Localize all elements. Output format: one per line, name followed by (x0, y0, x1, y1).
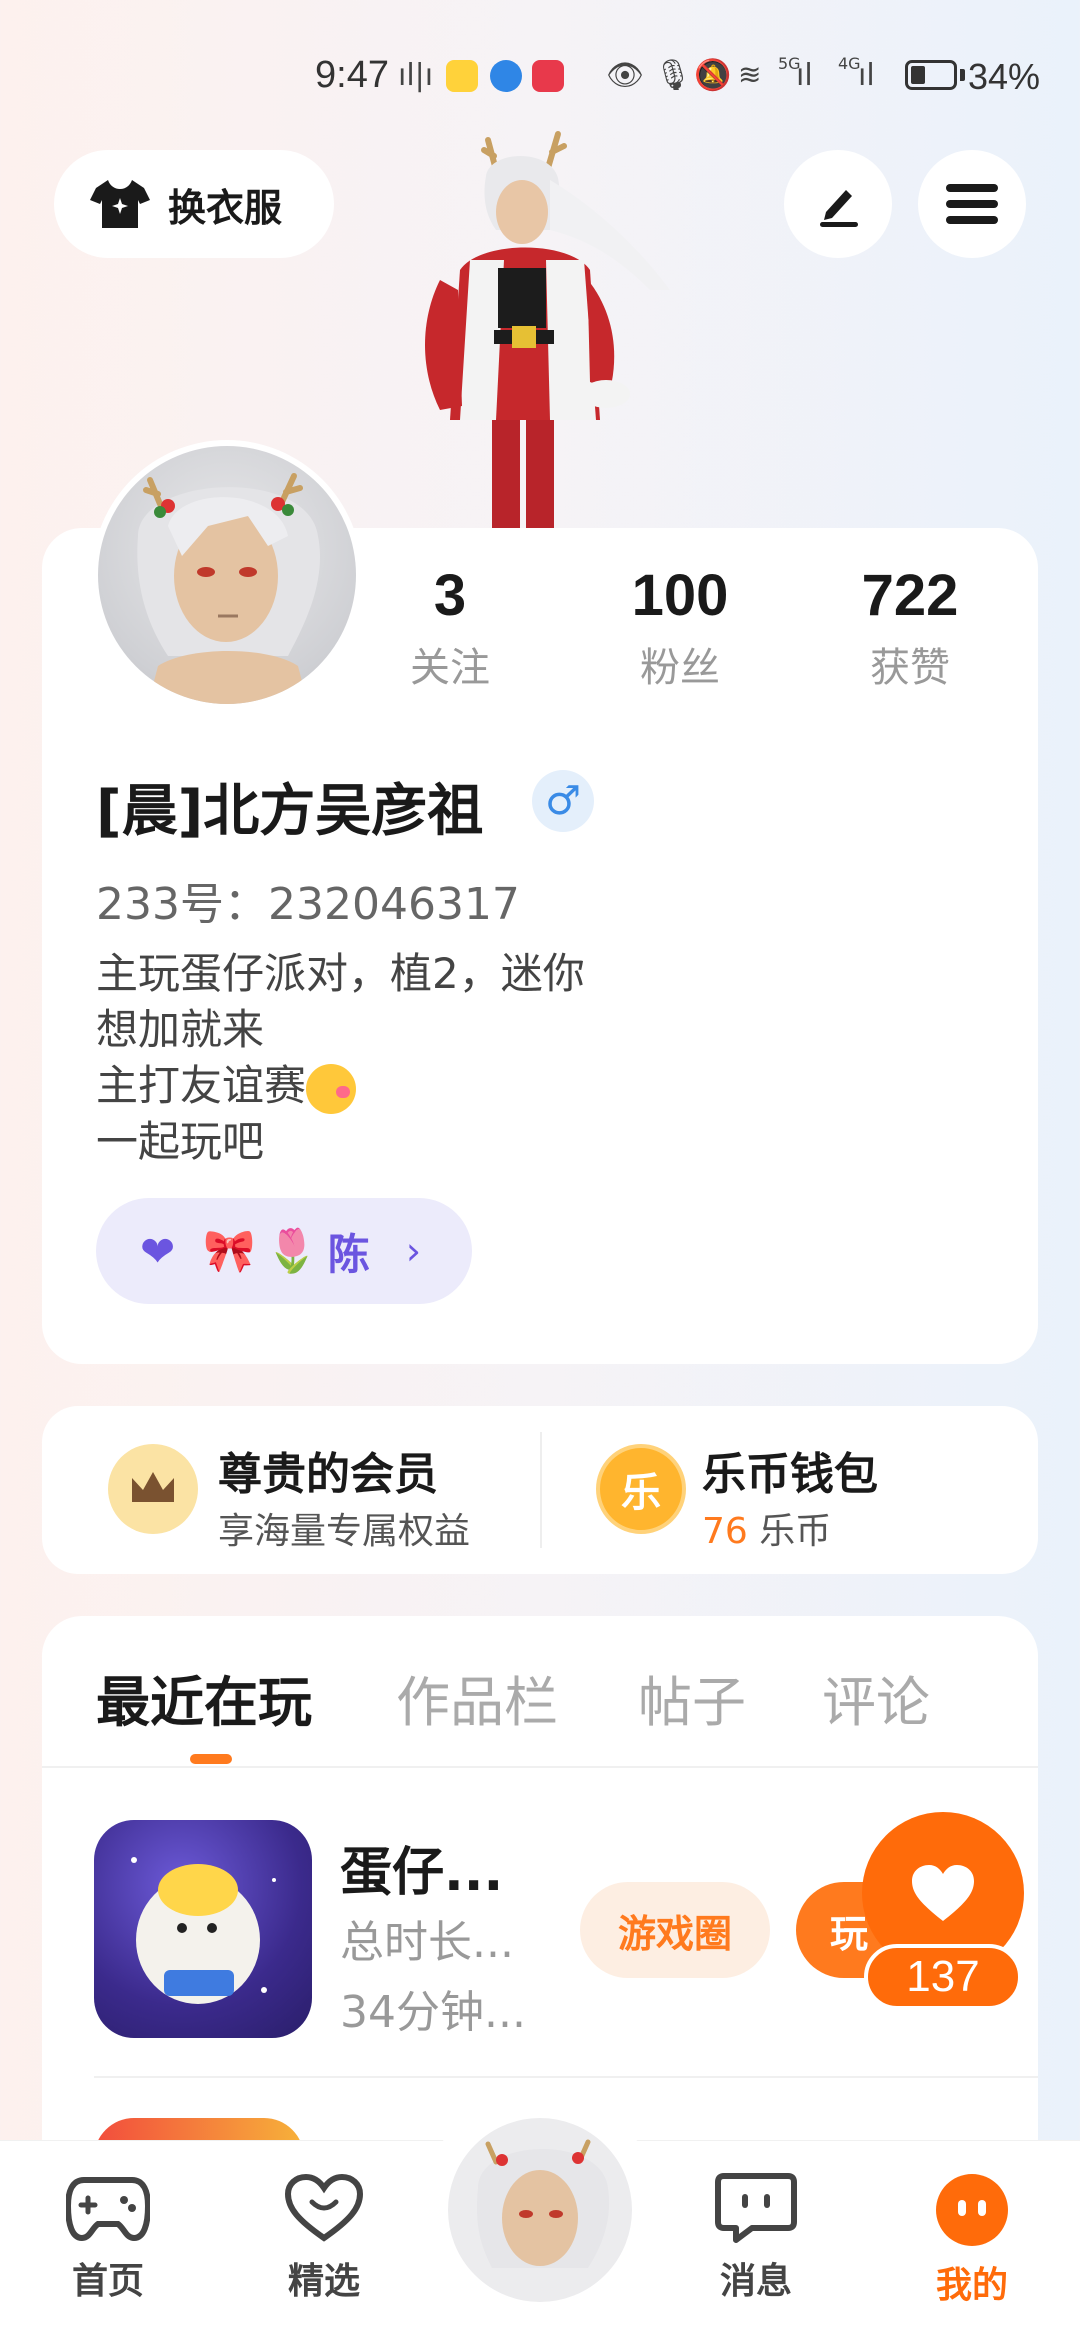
wallet-balance: 76 乐币 (702, 1502, 831, 1554)
vip-subtitle: 享海量专属权益 (218, 1511, 471, 1552)
following-label: 关注 (410, 645, 490, 691)
signal-icon-2: ıl (858, 58, 875, 93)
hamburger-menu-icon (946, 184, 998, 224)
likes-label: 获赞 (870, 645, 950, 691)
stat-likes[interactable]: 722 获赞 (810, 562, 1010, 693)
tab-divider (42, 1766, 1038, 1768)
mic-icon: 🎙 (654, 58, 693, 93)
vip-title[interactable]: 尊贵的会员 (218, 1438, 438, 1502)
wifi-icon: ≋ (738, 58, 762, 91)
fans-count: 100 (631, 563, 729, 628)
tab-comments[interactable]: 评论 (822, 1658, 930, 1737)
tab-indicator (190, 1754, 232, 1764)
edit-button[interactable] (784, 150, 892, 258)
purple-heart-icon: ❤ (140, 1226, 176, 1276)
member-wallet-card: 尊贵的会员 享海量专属权益 乐 乐币钱包 76 乐币 (42, 1406, 1038, 1574)
game-title[interactable]: 蛋仔... (340, 1830, 503, 1905)
likes-count: 722 (861, 563, 959, 628)
heart-outline-icon (284, 2173, 364, 2242)
signal-icon: ıl (796, 58, 813, 93)
battery-percent: 34% (967, 56, 1040, 97)
nav-featured[interactable]: 精选 (244, 2172, 404, 2304)
pen-icon (820, 190, 858, 227)
bow-icon: 🎀 (203, 1226, 256, 1275)
wallet-unit: 乐币 (759, 1511, 832, 1552)
bio-line-1: 主玩蛋仔派对，植2，迷你 (96, 949, 585, 998)
user-id[interactable]: 233号：232046317 (96, 868, 520, 932)
change-outfit-button[interactable]: 换衣服 (54, 150, 334, 258)
profile-face-icon (936, 2174, 1008, 2246)
status-time: 9:47 (315, 54, 389, 96)
bio: 主玩蛋仔派对，植2，迷你 想加就来 主打友谊赛 一起玩吧 (96, 946, 585, 1170)
tshirt-icon (90, 180, 150, 228)
chevron-right-icon: › (405, 1229, 422, 1273)
bio-line-4: 一起玩吧 (96, 1117, 265, 1166)
battery-icon (905, 60, 957, 90)
game-circle-button[interactable]: 游戏圈 (580, 1882, 770, 1978)
tab-posts[interactable]: 帖子 (638, 1658, 746, 1737)
male-gender-icon: ♂ (532, 770, 594, 832)
profile-avatar[interactable] (92, 440, 362, 710)
game-total-time-label: 总时长... (340, 1917, 514, 1968)
following-count: 3 (433, 563, 467, 628)
crown-icon (108, 1444, 198, 1534)
eye-icon: 👁 (606, 58, 645, 93)
tab-recently-played[interactable]: 最近在玩 (96, 1658, 312, 1737)
chat-icon (715, 2173, 797, 2243)
battery-tip (960, 69, 965, 81)
game-duration: 34分钟... (340, 1987, 526, 2038)
nav-mine-label: 我的 (935, 2265, 1008, 2306)
nav-home-label: 首页 (71, 2261, 144, 2302)
avatar-3d-figure[interactable] (400, 120, 680, 530)
username: [晨]北方吴彦祖 (96, 779, 484, 844)
tab-works[interactable]: 作品栏 (396, 1658, 558, 1737)
red-app-icon (532, 60, 564, 92)
change-outfit-label: 换衣服 (168, 185, 283, 230)
nav-messages-label: 消息 (719, 2261, 792, 2302)
nav-featured-label: 精选 (287, 2261, 360, 2302)
stat-fans[interactable]: 100 粉丝 (580, 562, 780, 693)
tulip-icon: 🌷 (265, 1226, 318, 1275)
menu-button[interactable] (918, 150, 1026, 258)
nav-home[interactable]: 首页 (28, 2172, 188, 2304)
wallet-amount: 76 (702, 1511, 748, 1552)
avatar-portrait-icon (137, 473, 321, 704)
nav-messages[interactable]: 消息 (676, 2172, 836, 2304)
heart-icon (912, 1865, 974, 1921)
row-divider (94, 2076, 1038, 2078)
bio-line-2: 想加就来 (96, 1005, 265, 1054)
relationship-tag-button[interactable]: ❤ 🎀 🌷 陈 › (96, 1198, 472, 1304)
nav-avatar-center[interactable] (444, 2114, 636, 2306)
bio-line-3: 主打友谊赛 (96, 1061, 307, 1110)
nav-mine[interactable]: 我的 (892, 2172, 1052, 2308)
stat-following[interactable]: 3 关注 (350, 562, 550, 693)
wallet-title[interactable]: 乐币钱包 (702, 1438, 878, 1502)
divider (540, 1432, 542, 1548)
tag-name: 陈 (327, 1229, 370, 1279)
weibo-app-icon (446, 60, 478, 92)
browser-app-icon (490, 60, 522, 92)
like-count: 137 (864, 1944, 1022, 2010)
gamepad-icon (64, 2177, 152, 2242)
lebi-coin-icon: 乐 (596, 1444, 686, 1534)
avatar-mini-icon (476, 2139, 610, 2268)
fans-label: 粉丝 (640, 645, 720, 691)
game-icon-eggy-party[interactable] (94, 1820, 312, 2038)
kiss-emoji-icon (306, 1063, 357, 1114)
mute-bell-icon: 🔕 (694, 58, 732, 93)
voice-wave-icon: ıl|ı (398, 58, 434, 93)
